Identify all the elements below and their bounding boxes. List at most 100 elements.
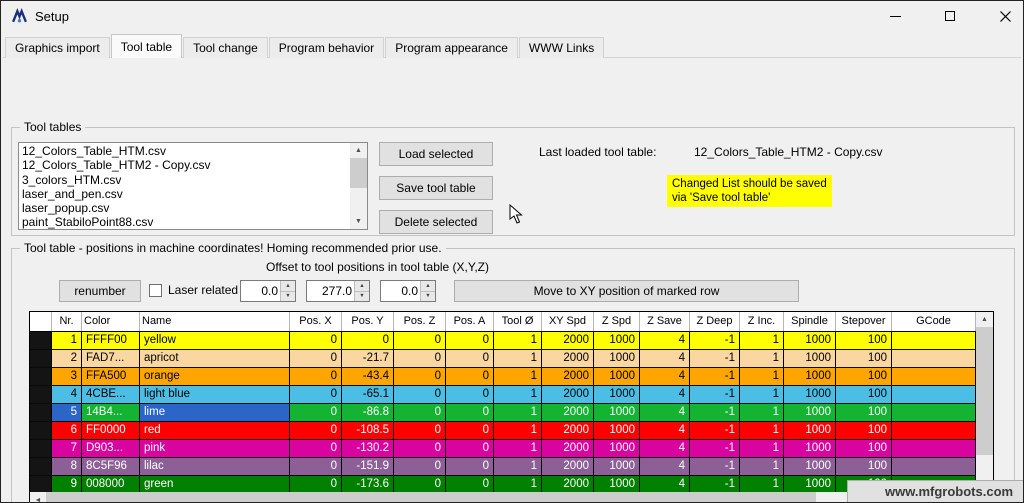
cell-z-save[interactable]: 4 [640,368,690,385]
cell-pos-z[interactable]: 0 [394,404,446,421]
spinner-down-icon[interactable]: ▼ [355,291,369,302]
column-header-gcode[interactable]: GCode [892,312,976,331]
cell-name[interactable]: orange [140,368,290,385]
row-header[interactable] [30,422,52,439]
cell-z-save[interactable]: 4 [640,350,690,367]
offset-x-stepper[interactable]: 0.0 ▲ ▼ [240,280,296,302]
cell-z-inc[interactable]: 1 [740,422,784,439]
list-item[interactable]: paint_StabiloPoint88.csv [19,215,350,229]
cell-tool[interactable]: 1 [494,476,542,493]
row-header[interactable] [30,476,52,493]
cell-nr[interactable]: 4 [52,386,82,403]
cell-z-inc[interactable]: 1 [740,386,784,403]
cell-color[interactable]: 008000 [82,476,140,493]
cell-pos-y[interactable]: 0 [342,332,394,349]
scroll-up-icon[interactable]: ▲ [350,143,367,158]
cell-z-spd[interactable]: 1000 [594,476,640,493]
cell-spindle[interactable]: 1000 [784,422,836,439]
cell-tool[interactable]: 1 [494,332,542,349]
cell-z-inc[interactable]: 1 [740,440,784,457]
tab-tool-change[interactable]: Tool change [183,37,268,58]
cell-tool[interactable]: 1 [494,404,542,421]
cell-nr[interactable]: 3 [52,368,82,385]
column-header-name[interactable]: Name [140,312,290,331]
list-scrollbar[interactable]: ▲ ▼ [350,143,367,229]
cell-spindle[interactable]: 1000 [784,458,836,475]
cell-color[interactable]: FAD7... [82,350,140,367]
cell-tool[interactable]: 1 [494,458,542,475]
cell-pos-x[interactable]: 0 [290,458,342,475]
cell-z-save[interactable]: 4 [640,386,690,403]
cell-z-save[interactable]: 4 [640,404,690,421]
row-header[interactable] [30,386,52,403]
column-header-pos-a[interactable]: Pos. A [446,312,494,331]
cell-pos-a[interactable]: 0 [446,332,494,349]
tab-www-links[interactable]: WWW Links [519,37,604,58]
cell-pos-x[interactable]: 0 [290,386,342,403]
cell-nr[interactable]: 7 [52,440,82,457]
cell-pos-y[interactable]: -173.6 [342,476,394,493]
cell-z-spd[interactable]: 1000 [594,440,640,457]
list-item[interactable]: 3_colors_HTM.csv [19,173,350,187]
tool-table-file-list[interactable]: 12_Colors_Table_HTM.csv12_Colors_Table_H… [18,142,368,230]
cell-nr[interactable]: 9 [52,476,82,493]
offset-z-value[interactable]: 0.0 [381,281,420,301]
grid-corner-header[interactable] [30,312,52,331]
cell-pos-y[interactable]: -151.9 [342,458,394,475]
cell-z-deep[interactable]: -1 [690,440,740,457]
cell-name[interactable]: apricot [140,350,290,367]
cell-z-deep[interactable]: -1 [690,458,740,475]
cell-z-deep[interactable]: -1 [690,404,740,421]
cell-name[interactable]: red [140,422,290,439]
cell-z-inc[interactable]: 1 [740,458,784,475]
row-header[interactable] [30,440,52,457]
cell-spindle[interactable]: 1000 [784,368,836,385]
spinner-down-icon[interactable]: ▼ [421,291,435,302]
cell-pos-y[interactable]: -86.8 [342,404,394,421]
spinner-down-icon[interactable]: ▼ [281,291,295,302]
cell-color[interactable]: 8C5F96 [82,458,140,475]
cell-z-inc[interactable]: 1 [740,404,784,421]
row-header[interactable] [30,368,52,385]
cell-z-deep[interactable]: -1 [690,350,740,367]
cell-color[interactable]: D903... [82,440,140,457]
column-header-pos-y[interactable]: Pos. Y [342,312,394,331]
cell-pos-y[interactable]: -130.2 [342,440,394,457]
cell-xy-spd[interactable]: 2000 [542,350,594,367]
row-header[interactable] [30,404,52,421]
table-row[interactable]: 6FF0000red0-108.5001200010004-111000100 [30,422,993,440]
grid-vertical-scrollbar[interactable]: ▲ ▼ [976,312,993,492]
cell-pos-a[interactable]: 0 [446,404,494,421]
cell-xy-spd[interactable]: 2000 [542,422,594,439]
spinner-up-icon[interactable]: ▲ [281,281,295,291]
cell-tool[interactable]: 1 [494,440,542,457]
cell-name[interactable]: yellow [140,332,290,349]
table-row[interactable]: 88C5F96lilac0-151.9001200010004-11100010… [30,458,993,476]
cell-stepover[interactable]: 100 [836,332,892,349]
cell-pos-a[interactable]: 0 [446,386,494,403]
column-header-tool[interactable]: Tool Ø [494,312,542,331]
cell-xy-spd[interactable]: 2000 [542,404,594,421]
cell-pos-a[interactable]: 0 [446,476,494,493]
cell-spindle[interactable]: 1000 [784,332,836,349]
cell-pos-z[interactable]: 0 [394,476,446,493]
cell-color[interactable]: FFFF00 [82,332,140,349]
offset-x-value[interactable]: 0.0 [241,281,280,301]
cell-stepover[interactable]: 100 [836,458,892,475]
list-item[interactable]: 12_Colors_Table_HTM.csv [19,144,350,158]
column-header-z-inc[interactable]: Z Inc. [740,312,784,331]
cell-tool[interactable]: 1 [494,368,542,385]
table-row[interactable]: 7D903...pink0-130.2001200010004-11100010… [30,440,993,458]
offset-y-stepper[interactable]: 277.0 ▲ ▼ [306,280,370,302]
column-header-z-save[interactable]: Z Save [640,312,690,331]
close-button[interactable] [989,4,1021,28]
cell-pos-x[interactable]: 0 [290,332,342,349]
table-row[interactable]: 44CBE...light blue0-65.1001200010004-111… [30,386,993,404]
table-row[interactable]: 2FAD7...apricot0-21.7001200010004-111000… [30,350,993,368]
cell-pos-a[interactable]: 0 [446,368,494,385]
cell-nr[interactable]: 8 [52,458,82,475]
cell-z-deep[interactable]: -1 [690,386,740,403]
cell-pos-x[interactable]: 0 [290,404,342,421]
cell-nr[interactable]: 5 [52,404,82,421]
cell-z-inc[interactable]: 1 [740,350,784,367]
